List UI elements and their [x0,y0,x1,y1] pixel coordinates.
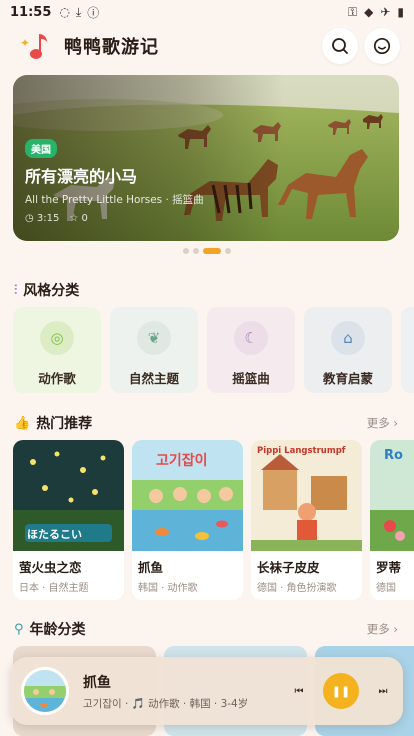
style-card-partial[interactable] [401,307,414,393]
song-card-partial[interactable]: Ro 罗蒂 德国 [370,440,414,600]
age-section-title: ⚲ 年龄分类 [14,621,86,639]
skip-previous-icon: ⏮ [294,685,304,697]
pagination-dot-active[interactable] [203,248,221,254]
style-card-action-songs[interactable]: ◎ 动作歌 [13,307,101,393]
battery-icon: ▮ [397,4,404,19]
pagination-dot[interactable] [193,248,199,254]
moon-icon: ☾ [234,321,268,355]
cover-pippi-text: Pippi Langstrumpf [257,446,346,456]
music-note-logo-icon [30,34,47,59]
sparkle-icon: ✦ [20,36,31,50]
child-icon: ⚲ [14,621,24,637]
song-title: 长袜子皮皮 [257,560,320,575]
banner-title: 所有漂亮的小马 [25,167,138,186]
pagination-dot[interactable] [225,248,231,254]
age-more-link[interactable]: 更多 › [367,621,398,637]
banner-pagination [0,248,414,254]
pause-button[interactable]: ❚❚ [323,673,359,709]
song-card-pippi[interactable]: Pippi Langstrumpf 长袜子皮皮 德国 · 角色扮演歌 [251,440,362,600]
player-subtitle: 고기잡이 · 🎵 动作歌 · 韩国 · 3-4岁 [83,697,249,710]
song-card-catch-fish[interactable]: 고기잡이 抓鱼 韩国 · 动作歌 [132,440,243,600]
cover-pippi-image: Pippi Langstrumpf [251,440,362,551]
search-icon [332,38,348,54]
basketball-icon: ◎ [40,321,74,355]
song-card-fireflies[interactable]: ほたるこい 萤火虫之恋 日本 · 自然主题 [13,440,124,600]
style-card-education[interactable]: ⌂ 教育启蒙 [304,307,392,393]
cast-icon: ◌ [59,5,70,19]
song-title: 罗蒂 [376,560,402,575]
banner-stars: 0 [81,213,88,224]
style-card-nature[interactable]: ❦ 自然主题 [110,307,198,393]
style-card-lullaby[interactable]: ☾ 摇篮曲 [207,307,295,393]
banner-subtitle: All the Pretty Little Horses · 摇篮曲 [25,194,204,206]
song-title: 萤火虫之恋 [19,560,82,575]
app-header: ✦ 鸭鸭歌游记 [0,26,414,66]
status-bar: 11:55 ◌ ⤓ ⓘ ⚿ ◆ ✈ ▮ [0,0,414,24]
styles-section-title: ⫶ 风格分类 [14,282,80,300]
info-icon: ⓘ [87,5,100,20]
next-button[interactable]: ⏭ [373,681,393,701]
profile-button[interactable] [364,28,400,64]
hot-section-title: 👍 热门推荐 [14,415,93,433]
cover-fireflies-image: ほたるこい [13,440,124,551]
soundwave-icon: ⫶ [14,282,18,298]
cover-catch-fish-image: 고기잡이 [132,440,243,551]
star-icon: ☆ [69,213,82,224]
song-meta: 日本 · 自然主题 [19,583,89,594]
pause-icon: ❚❚ [331,684,351,698]
song-meta: 德国 [376,583,396,594]
hot-list: ほたるこい 萤火虫之恋 日本 · 自然主题 고기잡이 抓鱼 韩国 · 动作歌 P… [13,440,414,600]
wifi-icon: ◆ [364,4,374,19]
song-title: 抓鱼 [138,560,164,575]
song-meta: 韩国 · 动作歌 [138,583,198,594]
mini-player[interactable]: 抓鱼 고기잡이 · 🎵 动作歌 · 韩国 · 3-4岁 ⏮ ❚❚ ⏭ [11,657,403,725]
app-title: 鸭鸭歌游记 [64,37,159,58]
player-album-art[interactable] [21,667,69,715]
featured-banner[interactable]: 美国 所有漂亮的小马 All the Pretty Little Horses … [13,75,399,241]
airplane-icon: ✈ [380,4,391,19]
banner-duration: 3:15 [36,213,60,224]
pagination-dot[interactable] [183,248,189,254]
style-category-list: ◎ 动作歌 ❦ 自然主题 ☾ 摇篮曲 ⌂ 教育启蒙 [13,307,414,393]
key-icon: ⚿ [347,4,358,19]
banner-meta: ◷ 3:15 ☆ 0 [25,213,88,224]
skip-next-icon: ⏭ [378,685,388,697]
cover-fireflies-text: ほたるこい [27,528,82,541]
leaf-icon: ❦ [137,321,171,355]
search-button[interactable] [322,28,358,64]
smiley-icon [373,37,391,55]
cover-catch-fish-text: 고기잡이 [156,453,208,469]
previous-button[interactable]: ⏮ [289,681,309,701]
download-icon: ⤓ [75,4,82,19]
song-meta: 德国 · 角色扮演歌 [257,583,337,594]
cover-partial-text: Ro [384,448,403,463]
cover-partial-image: Ro [370,440,414,551]
thumbs-up-icon: 👍 [14,415,31,431]
player-title: 抓鱼 [83,674,111,691]
clock-icon: ◷ [25,213,37,224]
graduation-cap-icon: ⌂ [331,321,365,355]
banner-country-tag: 美国 [25,139,57,158]
status-time: 11:55 [10,4,52,20]
hot-more-link[interactable]: 更多 › [367,415,398,431]
app-logo: ✦ [20,30,52,62]
